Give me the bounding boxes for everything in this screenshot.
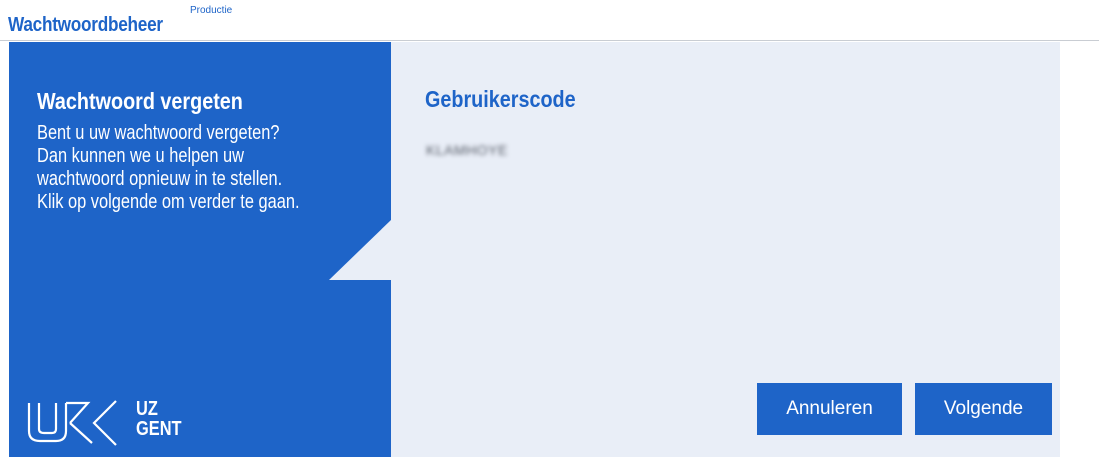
user-code-value: KLAMHOYE: [426, 142, 508, 158]
form-content: Gebruikerscode KLAMHOYE Annuleren Volgen…: [391, 42, 1060, 457]
password-reset-panel: Wachtwoord vergeten Bent u uw wachtwoord…: [9, 42, 1060, 457]
logo-text: UZ GENT: [136, 399, 182, 439]
sidebar-text-line: wachtwoord opnieuw in te stellen.: [37, 168, 283, 190]
sidebar-text-line: Klik op volgende om verder te gaan.: [37, 191, 300, 213]
cancel-button[interactable]: Annuleren: [757, 383, 902, 435]
logo-text-gent: GENT: [136, 418, 182, 440]
next-button[interactable]: Volgende: [915, 383, 1052, 435]
sidebar-text-line: Bent u uw wachtwoord vergeten?: [37, 122, 280, 144]
sidebar-description: Bent u uw wachtwoord vergeten? Dan kunne…: [37, 122, 381, 214]
top-bar: Wachtwoordbeheer Productie: [0, 0, 1099, 41]
sidebar-text-line: Dan kunnen we u helpen uw: [37, 145, 244, 167]
uz-gent-logo: UZ GENT: [26, 397, 186, 447]
info-sidebar: Wachtwoord vergeten Bent u uw wachtwoord…: [9, 42, 391, 457]
sidebar-title: Wachtwoord vergeten: [37, 88, 243, 114]
logo-text-uz: UZ: [136, 398, 158, 420]
sidebar-notch: [329, 220, 391, 280]
environment-label: Productie: [190, 5, 233, 16]
user-code-label: Gebruikerscode: [425, 86, 576, 112]
uz-gent-logo-mark-icon: [27, 400, 117, 446]
app-title: Wachtwoordbeheer: [8, 14, 163, 36]
